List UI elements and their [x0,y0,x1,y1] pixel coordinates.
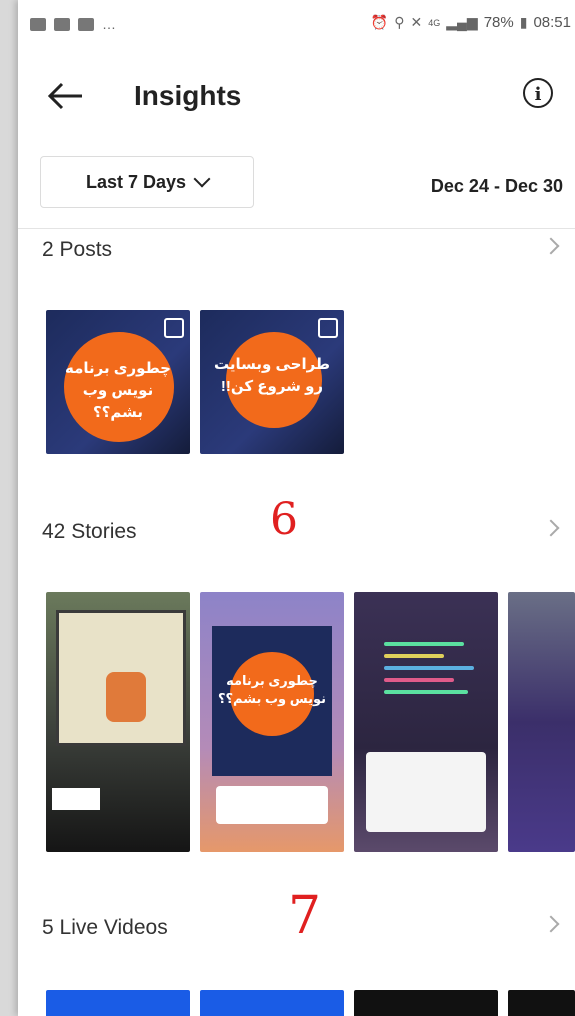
posts-section-title[interactable]: 2 Posts [42,238,112,262]
alarm-icon: ⏰ [370,14,389,30]
battery-icon: ▮ [519,14,528,30]
live-thumbnail-3[interactable] [354,990,498,1016]
more-notifications-icon: … [102,16,116,32]
status-bar: … ⏰ ⚲ ✕ 4G ▂▄▆ 78% ▮ 08:51 [18,0,575,46]
insights-screen: … ⏰ ⚲ ✕ 4G ▂▄▆ 78% ▮ 08:51 Insights i La… [18,0,575,1016]
code-line [384,666,474,670]
story-thumbnail-2[interactable]: چطوری برنامه نویس وب بشم؟؟ [200,592,344,852]
story-thumbnail-3[interactable] [354,592,498,852]
chevron-right-icon[interactable] [542,519,560,537]
clock: 08:51 [533,14,571,31]
date-range-dropdown-label: Last 7 Days [85,171,187,192]
story-thumbnail-4[interactable] [508,592,575,852]
story-thumbnail-1[interactable] [46,592,190,852]
notification-icons: … [30,16,116,32]
story-caption: چطوری برنامه نویس وب بشم؟؟ [217,673,327,706]
page-title: Insights [134,80,242,111]
info-button[interactable]: i [523,78,553,108]
post-thumbnail-1[interactable]: چطوری برنامه نویس وب بشم؟؟ [46,310,190,454]
annotation-number: 7 [288,886,322,946]
message-notification-icon [54,17,70,31]
date-range-text: Dec 24 - Dec 30 [430,176,563,196]
code-line [384,678,454,682]
gallery-notification-icon [30,17,46,31]
stories-section-title[interactable]: 42 Stories [42,520,137,544]
post-caption: چطوری برنامه نویس وب بشم؟؟ [65,360,171,421]
app-header: Insights i [18,56,575,136]
info-icon: i [534,84,542,105]
code-line [384,654,444,658]
code-line [384,642,464,646]
battery-percent: 78% [483,14,514,31]
signal-icon: ▂▄▆ [446,14,478,30]
illustration [106,672,146,722]
live-thumbnail-4[interactable] [508,990,575,1016]
date-range-dropdown[interactable]: Last 7 Days [40,156,254,208]
mute-icon: ✕ [410,14,423,30]
sticker [52,788,100,810]
multi-photo-icon [318,318,338,338]
back-button[interactable] [44,76,88,116]
story-text-box [216,786,328,824]
chevron-down-icon [193,170,211,188]
chevron-right-icon[interactable] [542,237,560,255]
multi-photo-icon [164,318,184,338]
live-thumbnail-1[interactable] [46,990,190,1016]
location-icon: ⚲ [394,14,405,30]
network-type: 4G [428,17,441,28]
live-section-title[interactable]: 5 Live Videos [42,916,168,940]
chat-notification-icon [78,17,94,31]
poll-sticker [366,752,486,832]
chevron-right-icon[interactable] [542,915,560,933]
live-thumbnail-2[interactable] [200,990,344,1016]
system-status: ⏰ ⚲ ✕ 4G ▂▄▆ 78% ▮ 08:51 [371,14,571,31]
code-line [384,690,468,694]
divider [18,228,575,229]
arrow-left-icon [47,82,82,110]
annotation-number: 6 [270,494,298,545]
post-caption: طراحی وبسایت رو شروع کن!! [213,356,331,395]
post-thumbnail-2[interactable]: طراحی وبسایت رو شروع کن!! [200,310,344,454]
